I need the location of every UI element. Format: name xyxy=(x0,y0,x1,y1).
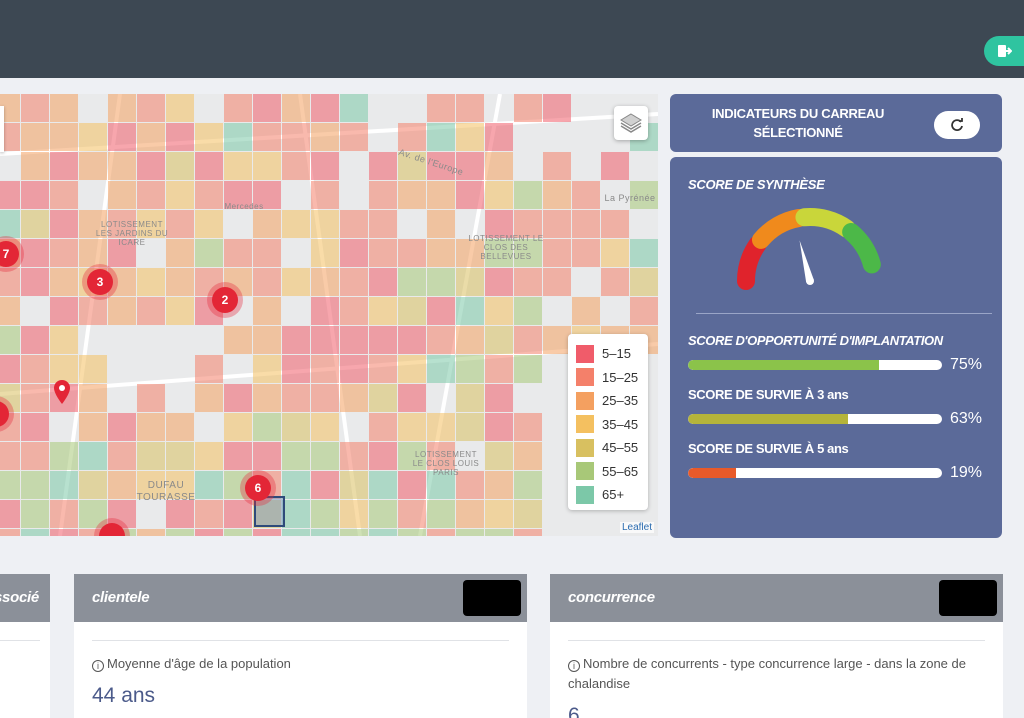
clientele-desc: i Moyenne d'âge de la population xyxy=(92,654,497,674)
legend-label: 35–45 xyxy=(602,416,639,432)
gauge-segment xyxy=(842,222,881,274)
indicators-panel: SCORE DE SYNTHÈSE SCORE D'OPPORTUNITÉ D'… xyxy=(670,157,1002,538)
map-cluster[interactable]: 3 xyxy=(82,264,118,300)
legend-label: 25–35 xyxy=(602,393,639,409)
survival-3y-label: SCORE DE SURVIE À 3 ans xyxy=(688,387,849,402)
map-tiles xyxy=(0,94,658,536)
legend-item: 35–45 xyxy=(576,413,640,437)
legend-swatch xyxy=(576,485,594,504)
legend-item: 15–25 xyxy=(576,366,640,390)
legend-swatch xyxy=(576,391,594,410)
legend-label: 15–25 xyxy=(602,369,639,385)
gauge-hub xyxy=(806,277,814,285)
clientele-card-header: clientele xyxy=(74,574,527,622)
opportunity-score-value: 75% xyxy=(950,356,983,373)
map-pin-icon[interactable] xyxy=(54,380,70,404)
indicators-header: INDICATEURS DU CARREAU SÉLECTIONNÉ xyxy=(670,94,1002,152)
layers-icon xyxy=(620,113,642,133)
survival-5y-label: SCORE DE SURVIE À 5 ans xyxy=(688,441,849,456)
info-icon[interactable]: i xyxy=(92,660,104,672)
legend-swatch xyxy=(576,368,594,387)
divider xyxy=(696,313,992,314)
legend-label: 5–15 xyxy=(602,346,631,362)
competition-card: concurrence i Nombre de concurrents - typ… xyxy=(550,574,1003,718)
legend-label: 65+ xyxy=(602,487,625,503)
heatmap-grid xyxy=(0,94,658,536)
survival-3y-bar xyxy=(688,414,942,424)
associated-card-title: ssocié xyxy=(0,589,39,606)
redacted-box xyxy=(463,580,521,616)
legend-label: 55–65 xyxy=(602,463,639,479)
map-label: LOTISSEMENT LE CLOS LOUIS PARIS xyxy=(412,450,480,477)
competition-value: 6 xyxy=(568,704,580,718)
opportunity-score-bar xyxy=(688,360,942,370)
logout-icon xyxy=(998,45,1012,57)
competition-card-title: concurrence xyxy=(568,589,655,606)
map-label: LOTISSEMENT LES JARDINS DU ICARE xyxy=(95,220,169,247)
gauge-segment xyxy=(751,208,808,249)
redacted-box xyxy=(939,580,997,616)
legend-swatch xyxy=(576,344,594,363)
opportunity-score-label: SCORE D'OPPORTUNITÉ D'IMPLANTATION xyxy=(688,333,943,348)
map-label: Mercedes xyxy=(224,202,264,211)
survival-3y-value: 63% xyxy=(950,410,983,427)
map-label: La Pyrénée xyxy=(604,193,656,203)
clientele-card: clientele i Moyenne d'âge de la populatio… xyxy=(74,574,527,718)
map-cluster[interactable]: 6 xyxy=(240,470,276,506)
gauge-segment xyxy=(737,235,767,290)
associated-card-header: ssocié xyxy=(0,574,50,622)
legend-item: 55–65 xyxy=(576,460,640,484)
legend-item: 5–15 xyxy=(576,342,640,366)
leaflet-attribution[interactable]: Leaflet xyxy=(619,522,654,533)
legend-swatch xyxy=(576,415,594,434)
info-icon[interactable]: i xyxy=(568,660,580,672)
map-label: DUFAU TOURASSE xyxy=(136,480,196,503)
map-legend: 5–15 15–25 25–35 35–45 45–55 55–65 65+ xyxy=(568,334,648,510)
top-bar xyxy=(0,0,1024,78)
legend-label: 45–55 xyxy=(602,440,639,456)
survival-5y-bar xyxy=(688,468,942,478)
layers-button[interactable] xyxy=(614,106,648,140)
indicators-title: INDICATEURS DU CARREAU SÉLECTIONNÉ xyxy=(711,106,885,140)
gauge-needle xyxy=(799,240,814,282)
associated-card: ssocié xyxy=(0,574,50,718)
survival-5y-value: 19% xyxy=(950,464,983,481)
refresh-button[interactable] xyxy=(934,111,980,139)
legend-swatch xyxy=(576,462,594,481)
map-cluster[interactable]: 2 xyxy=(207,282,243,318)
card-rule xyxy=(0,640,40,641)
legend-item: 45–55 xyxy=(576,436,640,460)
legend-item: 65+ xyxy=(576,483,640,507)
map[interactable]: LOTISSEMENT LES JARDINS DU ICARE LOTISSE… xyxy=(0,94,658,536)
competition-desc: i Nombre de concurrents - type concurrenc… xyxy=(568,656,966,691)
competition-card-header: concurrence xyxy=(550,574,1003,622)
zoom-control[interactable] xyxy=(0,106,4,152)
refresh-icon xyxy=(951,118,963,131)
clientele-card-title: clientele xyxy=(92,589,150,606)
card-rule xyxy=(568,640,985,641)
clientele-value: 44 ans xyxy=(92,684,156,707)
legend-swatch xyxy=(576,438,594,457)
gauge-segment xyxy=(795,208,856,238)
logout-button[interactable] xyxy=(984,36,1024,66)
map-label: LOTISSEMENT LE CLOS DES BELLEVUES xyxy=(468,234,544,261)
synthesis-gauge xyxy=(737,208,881,290)
card-rule xyxy=(92,640,509,641)
legend-item: 25–35 xyxy=(576,389,640,413)
synthesis-title: SCORE DE SYNTHÈSE xyxy=(688,177,825,192)
